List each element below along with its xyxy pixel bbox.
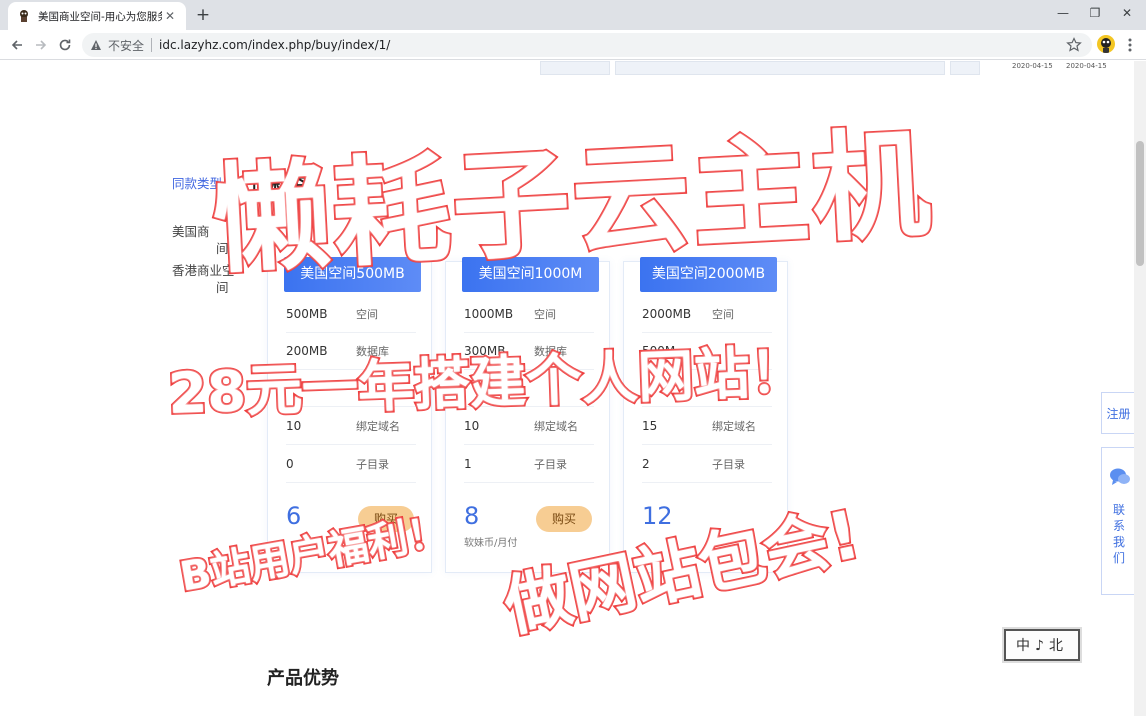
banner-panel — [950, 61, 980, 75]
top-banner-image: 2020-04-15 2020-04-15 — [520, 61, 1110, 75]
spec-row: 2000MB 空间 — [642, 296, 772, 333]
back-arrow-icon[interactable] — [8, 36, 26, 54]
spec-value: 2000MB — [642, 307, 692, 321]
close-window-button[interactable]: ✕ — [1110, 0, 1144, 28]
tab-strip: 美国商业空间-用心为您服务！ ✕ + — ❐ ✕ — [0, 0, 1146, 30]
spec-value: 10 — [464, 419, 480, 433]
restore-window-button[interactable]: ❐ — [1078, 0, 1112, 28]
spec-value: 1 — [464, 457, 472, 471]
spec-row: 1 子目录 — [464, 446, 594, 483]
banner-date: 2020-04-15 — [1012, 62, 1053, 70]
browser-menu-icon[interactable] — [1124, 37, 1136, 53]
watermark-stamp: 中♪北 — [1004, 629, 1080, 661]
contact-label: 联 系 我 们 — [1112, 503, 1125, 565]
spec-value: 15 — [642, 419, 658, 433]
site-favicon-icon — [16, 8, 32, 24]
scrollbar-thumb[interactable] — [1136, 141, 1144, 266]
spec-value: 500MB — [286, 307, 328, 321]
chat-bubble-icon — [1109, 466, 1131, 488]
browser-toolbar: 不安全 idc.lazyhz.com/index.php/buy/index/1… — [0, 30, 1146, 60]
warning-triangle-icon[interactable] — [90, 38, 104, 52]
minimize-window-button[interactable]: — — [1046, 0, 1080, 28]
contact-float-button[interactable]: 联 系 我 们 — [1101, 447, 1135, 595]
spec-value: 1000MB — [464, 307, 514, 321]
spec-row: 500MB 空间 — [286, 296, 416, 333]
browser-tab[interactable]: 美国商业空间-用心为您服务！ ✕ — [8, 2, 186, 30]
banner-panel — [540, 61, 610, 75]
banner-panel — [615, 61, 945, 75]
reload-icon[interactable] — [56, 36, 74, 54]
spec-label: 绑定域名 — [534, 420, 578, 433]
spec-label: 绑定域名 — [712, 420, 756, 433]
spec-row: 1000MB 空间 — [464, 296, 594, 333]
price-unit: 软妹币/月付 — [464, 538, 518, 549]
page-viewport: 2020-04-15 2020-04-15 同款类型 美国商 间 香港商业空 间… — [0, 61, 1146, 716]
spec-value: 0 — [286, 457, 294, 471]
banner-date: 2020-04-15 — [1066, 62, 1107, 70]
spec-label: 空间 — [712, 308, 734, 321]
profile-avatar-icon[interactable] — [1097, 35, 1115, 53]
product-price: 8 — [464, 502, 480, 530]
buy-button[interactable]: 购买 — [536, 506, 592, 532]
advantages-title: 产品优势 — [267, 668, 339, 689]
url-text[interactable]: idc.lazyhz.com/index.php/buy/index/1/ — [159, 38, 390, 52]
address-separator — [151, 38, 153, 52]
spec-label: 子目录 — [534, 458, 567, 471]
spec-label: 子目录 — [356, 458, 389, 471]
register-float-button[interactable]: 注册 — [1101, 392, 1135, 434]
bookmark-star-icon[interactable] — [1066, 37, 1082, 53]
tab-title: 美国商业空间-用心为您服务！ — [38, 10, 162, 23]
spec-value: 2 — [642, 457, 650, 471]
security-label[interactable]: 不安全 — [108, 37, 144, 54]
spec-row: 0 子目录 — [286, 446, 416, 483]
page-scrollbar[interactable] — [1134, 61, 1146, 716]
tab-close-icon[interactable]: ✕ — [162, 8, 178, 24]
spec-label: 子目录 — [712, 458, 745, 471]
spec-label: 空间 — [356, 308, 378, 321]
screen: 美国商业空间-用心为您服务！ ✕ + — ❐ ✕ 不安全 idc.lazyhz.… — [0, 0, 1146, 716]
forward-arrow-icon[interactable] — [32, 36, 50, 54]
address-bar[interactable]: 不安全 idc.lazyhz.com/index.php/buy/index/1… — [82, 33, 1092, 57]
overlay-title: 懒耗子云主机 — [207, 112, 937, 291]
spec-row: 2 子目录 — [642, 446, 772, 483]
spec-row: 15 绑定域名 — [642, 408, 772, 445]
spec-label: 空间 — [534, 308, 556, 321]
new-tab-button[interactable]: + — [193, 5, 213, 25]
